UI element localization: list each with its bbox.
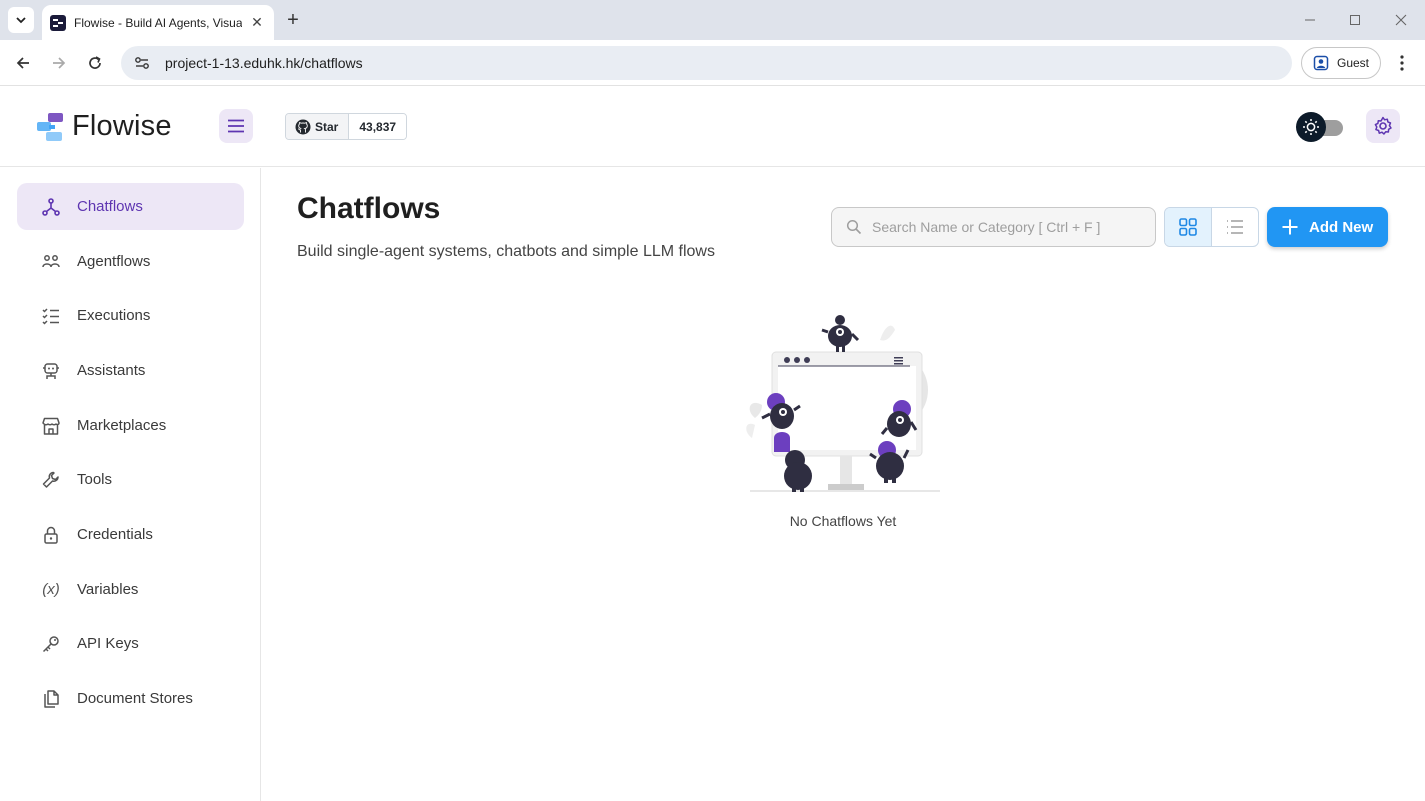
sidebar-item-label: Credentials bbox=[77, 526, 153, 543]
browser-tab-strip: Flowise - Build AI Agents, Visual ✕ + bbox=[0, 0, 1425, 40]
menu-icon bbox=[228, 119, 244, 133]
page-subtitle: Build single-agent systems, chatbots and… bbox=[297, 243, 715, 260]
arrow-left-icon bbox=[16, 57, 29, 69]
browser-menu-icon[interactable] bbox=[1392, 51, 1412, 75]
tab-search-button[interactable] bbox=[8, 7, 34, 33]
sidebar-item-label: Agentflows bbox=[77, 253, 151, 270]
empty-state-message: No Chatflows Yet bbox=[789, 513, 897, 529]
executions-icon bbox=[41, 306, 61, 326]
flowise-logo-icon bbox=[37, 112, 63, 141]
back-button[interactable] bbox=[11, 51, 35, 75]
sidebar-item-variables[interactable]: (x) Variables bbox=[17, 566, 244, 613]
marketplaces-icon bbox=[41, 416, 61, 436]
sidebar-item-agentflows[interactable]: Agentflows bbox=[17, 238, 244, 285]
list-icon bbox=[1226, 220, 1243, 234]
sidebar: Chatflows Agentflows Executions Assistan… bbox=[0, 168, 261, 801]
sidebar-item-label: Marketplaces bbox=[77, 417, 167, 434]
maximize-icon[interactable] bbox=[1343, 8, 1367, 32]
document-stores-icon bbox=[41, 689, 61, 709]
new-tab-button[interactable]: + bbox=[282, 9, 304, 31]
list-view-button[interactable] bbox=[1212, 208, 1259, 246]
logo-text: Flowise bbox=[72, 110, 172, 142]
sidebar-item-label: Chatflows bbox=[77, 198, 143, 215]
github-star-widget[interactable]: Star 43,837 bbox=[285, 113, 408, 140]
sidebar-item-api-keys[interactable]: API Keys bbox=[17, 620, 244, 667]
sidebar-item-executions[interactable]: Executions bbox=[17, 292, 244, 339]
variables-icon: (x) bbox=[42, 581, 60, 598]
app-header: Flowise Star 43,837 bbox=[0, 87, 1425, 167]
github-star-button[interactable]: Star bbox=[286, 114, 350, 139]
guest-profile-icon bbox=[1313, 55, 1329, 71]
settings-button[interactable] bbox=[1366, 109, 1400, 143]
sidebar-item-credentials[interactable]: Credentials bbox=[17, 511, 244, 558]
page-title: Chatflows bbox=[297, 192, 441, 225]
minimize-icon[interactable] bbox=[1298, 8, 1322, 32]
profile-label: Guest bbox=[1337, 56, 1370, 70]
github-star-label: Star bbox=[315, 119, 339, 134]
sidebar-item-label: Executions bbox=[77, 307, 151, 324]
reload-button[interactable] bbox=[83, 51, 107, 75]
chatflows-icon bbox=[41, 197, 61, 217]
github-star-count[interactable]: 43,837 bbox=[349, 114, 407, 139]
close-tab-icon[interactable]: ✕ bbox=[248, 14, 266, 32]
sidebar-item-tools[interactable]: Tools bbox=[17, 456, 244, 503]
search-icon bbox=[846, 219, 862, 235]
forward-button[interactable] bbox=[47, 51, 71, 75]
key-icon bbox=[41, 634, 61, 654]
sidebar-item-label: Assistants bbox=[77, 362, 146, 379]
sidebar-item-label: Document Stores bbox=[77, 690, 193, 707]
grid-icon bbox=[1178, 218, 1197, 236]
url-text: project-1-13.eduhk.hk/chatflows bbox=[165, 55, 363, 71]
reload-icon bbox=[89, 56, 101, 69]
lock-icon bbox=[41, 525, 61, 545]
grid-view-button[interactable] bbox=[1165, 208, 1212, 246]
arrow-right-icon bbox=[53, 57, 66, 69]
dark-mode-toggle[interactable] bbox=[1296, 111, 1344, 143]
site-info-icon[interactable] bbox=[133, 54, 151, 72]
view-mode-toggle bbox=[1164, 207, 1259, 247]
browser-tab[interactable]: Flowise - Build AI Agents, Visual ✕ bbox=[42, 5, 274, 40]
assistants-icon bbox=[41, 361, 61, 381]
chevron-down-icon bbox=[16, 17, 26, 24]
profile-button[interactable]: Guest bbox=[1301, 47, 1381, 79]
browser-toolbar: project-1-13.eduhk.hk/chatflows Guest bbox=[0, 40, 1425, 86]
sidebar-item-document-stores[interactable]: Document Stores bbox=[17, 675, 244, 722]
address-bar[interactable]: project-1-13.eduhk.hk/chatflows bbox=[121, 46, 1292, 80]
sidebar-item-label: Tools bbox=[77, 471, 113, 488]
sidebar-toggle-button[interactable] bbox=[219, 109, 253, 143]
sidebar-item-label: API Keys bbox=[77, 635, 139, 652]
agentflows-icon bbox=[41, 252, 61, 272]
flowise-logo[interactable]: Flowise bbox=[36, 110, 172, 143]
add-new-button[interactable]: Add New bbox=[1267, 207, 1388, 247]
sidebar-item-marketplaces[interactable]: Marketplaces bbox=[17, 402, 244, 449]
tools-icon bbox=[41, 470, 61, 490]
search-input[interactable] bbox=[872, 219, 1142, 235]
empty-state-illustration bbox=[746, 315, 940, 492]
plus-icon bbox=[1282, 219, 1298, 235]
github-icon bbox=[295, 119, 311, 134]
tab-title: Flowise - Build AI Agents, Visual bbox=[74, 15, 242, 30]
sidebar-item-label: Variables bbox=[77, 581, 139, 598]
search-field[interactable] bbox=[831, 207, 1156, 247]
close-window-icon[interactable] bbox=[1389, 8, 1413, 32]
sidebar-item-assistants[interactable]: Assistants bbox=[17, 347, 244, 394]
add-new-label: Add New bbox=[1309, 218, 1374, 236]
flowise-favicon-icon bbox=[50, 14, 66, 31]
sidebar-item-chatflows[interactable]: Chatflows bbox=[17, 183, 244, 230]
sun-icon bbox=[1296, 112, 1326, 142]
gear-icon bbox=[1374, 116, 1392, 135]
